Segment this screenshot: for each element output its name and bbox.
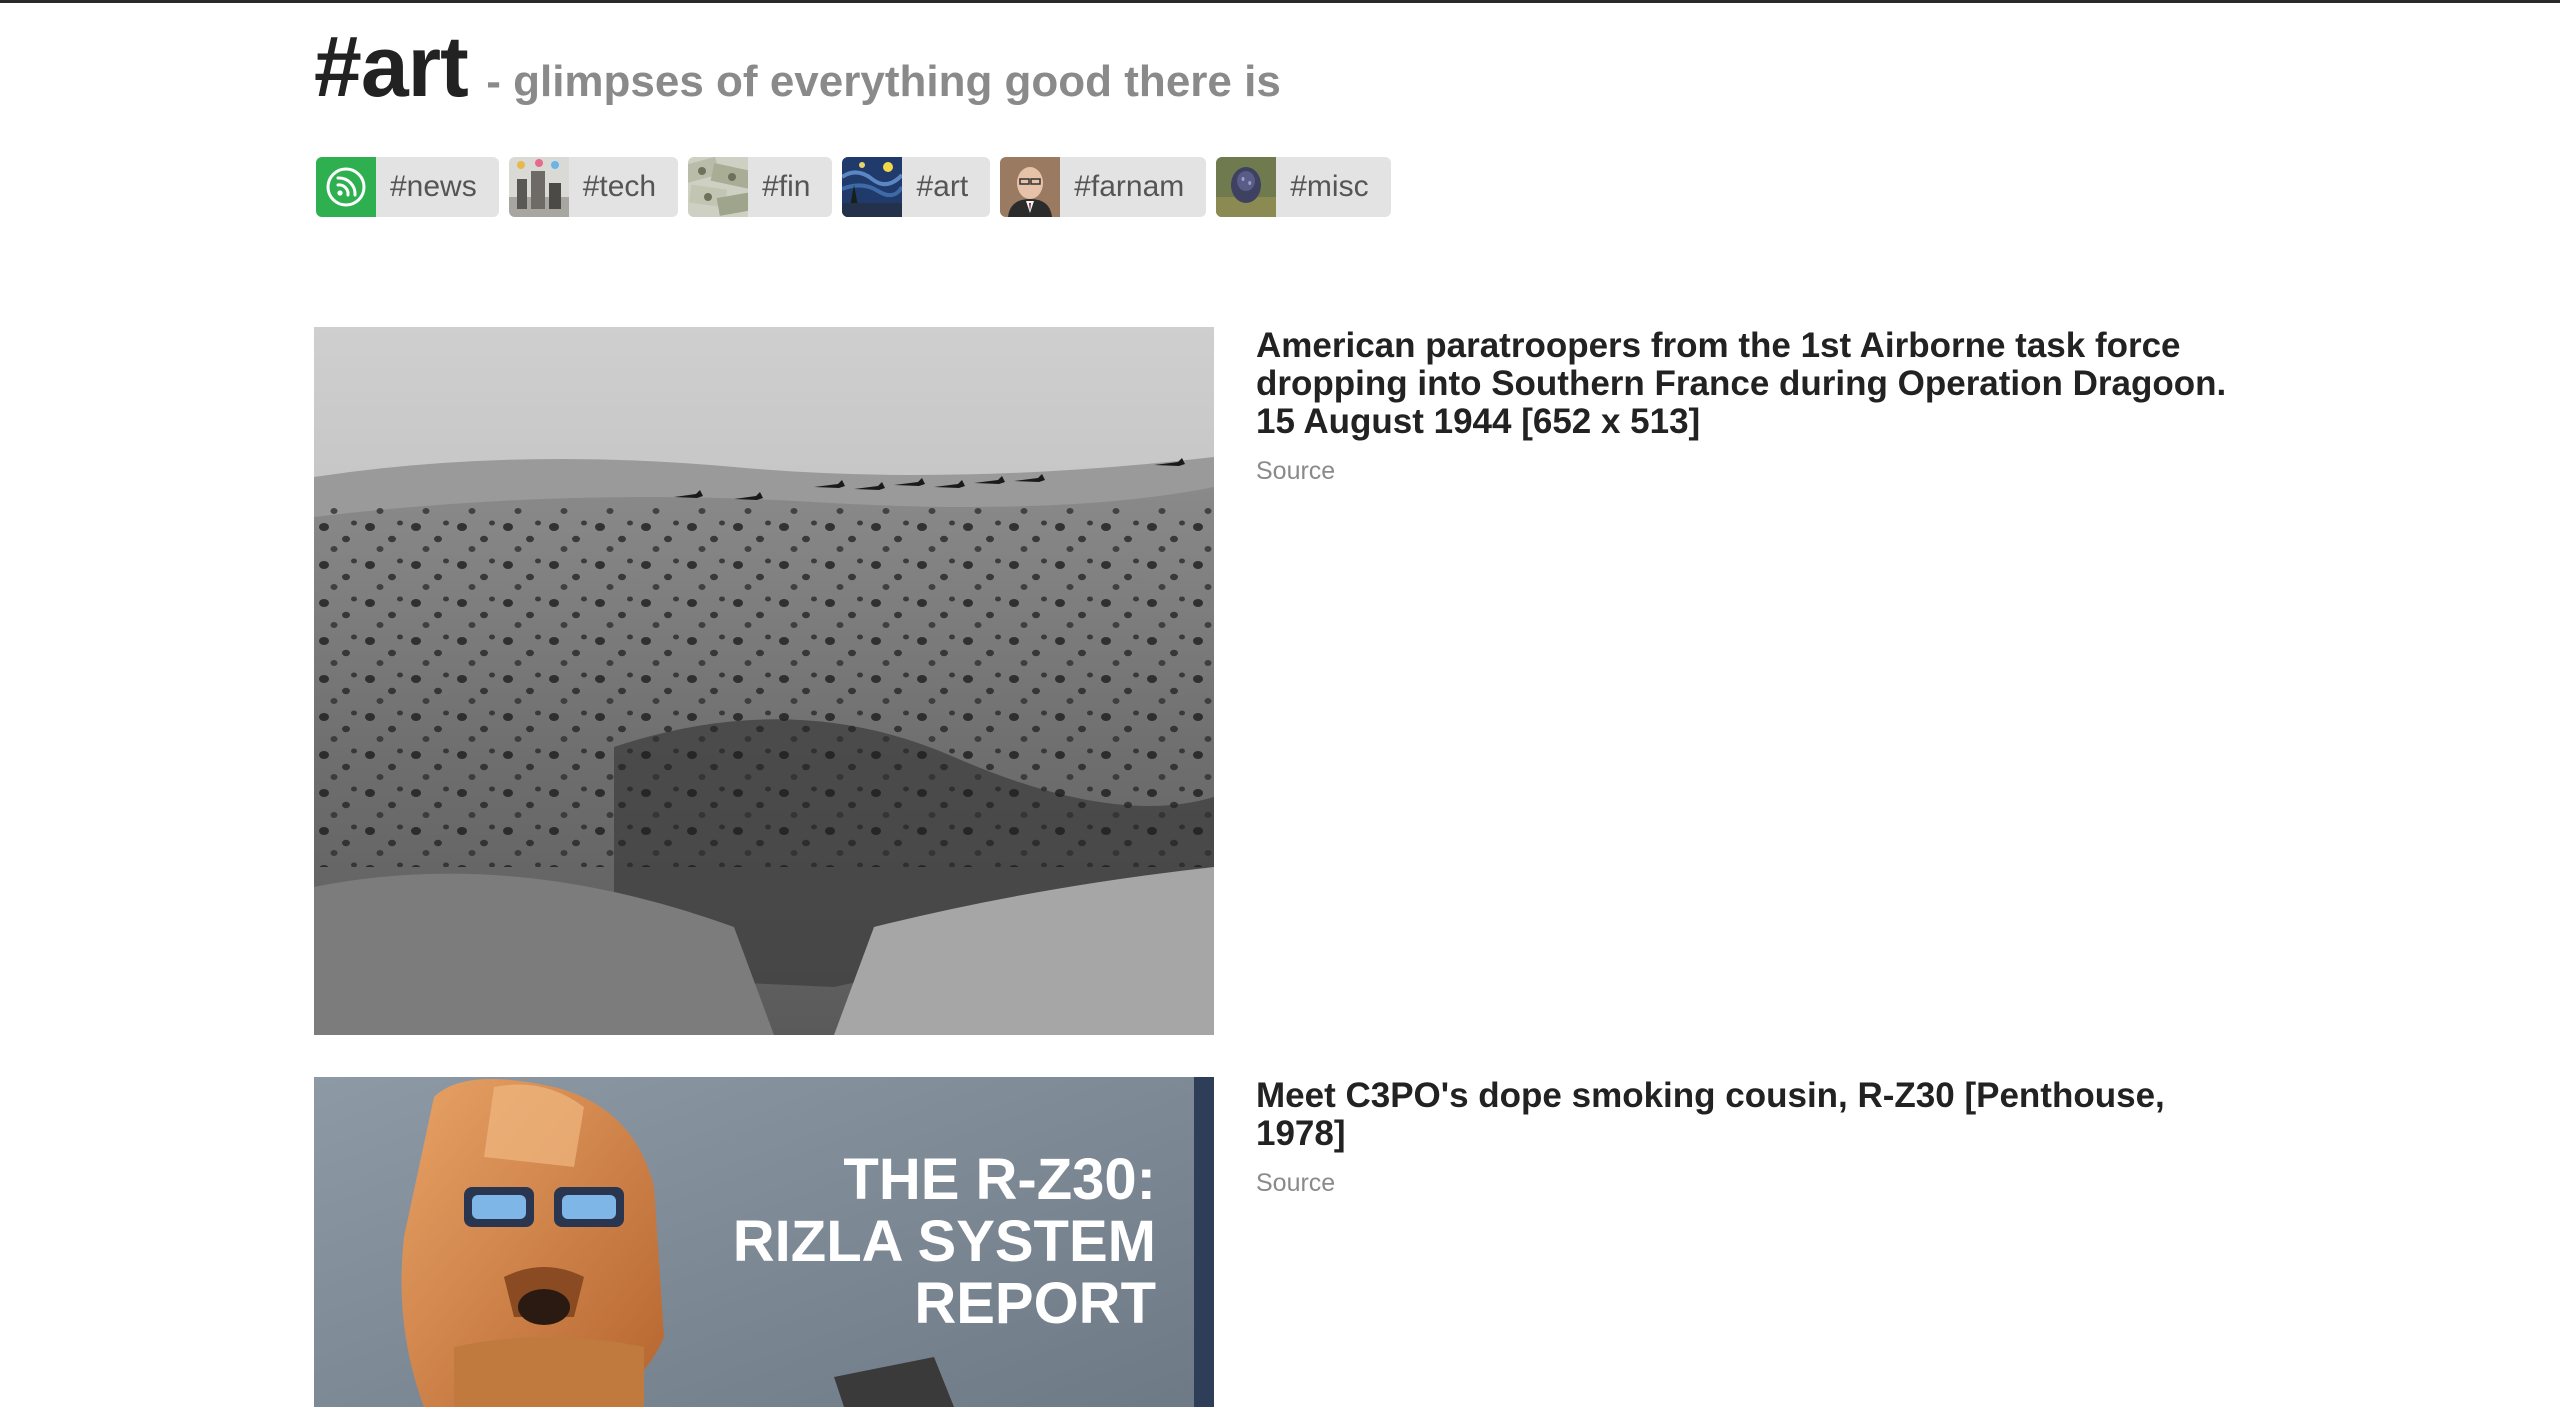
- post-title[interactable]: Meet C3PO's dope smoking cousin, R-Z30 […: [1256, 1077, 2256, 1153]
- image-text-line: THE R-Z30:: [843, 1147, 1156, 1212]
- image-text-line: RIZLA SYSTEM: [733, 1209, 1156, 1274]
- aerial-paratroopers-photo[interactable]: [314, 327, 1214, 1035]
- misc-thumbnail: [1216, 157, 1277, 217]
- nav-item-farnam[interactable]: #farnam: [1000, 157, 1207, 217]
- page-tagline: - glimpses of everything good there is: [486, 57, 1281, 106]
- nav-item-news[interactable]: #news: [316, 157, 499, 217]
- nav-item-label: #farnam: [1074, 170, 1185, 203]
- nav-item-art[interactable]: #art: [842, 157, 991, 217]
- post-title[interactable]: American paratroopers from the 1st Airbo…: [1256, 327, 2256, 441]
- nav-item-label: #misc: [1290, 170, 1369, 203]
- starry-night-thumbnail: [842, 157, 903, 217]
- page-title[interactable]: #art: [314, 19, 469, 115]
- nav-item-label: #tech: [582, 170, 657, 203]
- nav-item-tech[interactable]: #tech: [508, 157, 679, 217]
- image-text-line: REPORT: [914, 1271, 1156, 1336]
- post-text: Meet C3PO's dope smoking cousin, R-Z30 […: [1256, 1077, 2256, 1198]
- nav-item-label: #art: [916, 170, 969, 203]
- page-header: #art - glimpses of everything good there…: [314, 18, 1281, 117]
- nav-item-fin[interactable]: #fin: [688, 157, 833, 217]
- portrait-thumbnail: [1000, 157, 1061, 217]
- source-link[interactable]: Source: [1256, 1169, 1335, 1198]
- rz30-robot-magazine-page[interactable]: THE R-Z30: RIZLA SYSTEM REPORT: [314, 1077, 1214, 1407]
- nav-item-misc[interactable]: #misc: [1216, 157, 1391, 217]
- rss-icon: [316, 157, 376, 217]
- post-text: American paratroopers from the 1st Airbo…: [1256, 327, 2256, 486]
- source-link[interactable]: Source: [1256, 457, 1335, 486]
- nav-item-label: #news: [390, 170, 477, 203]
- top-border: [0, 0, 2560, 3]
- category-nav: #news #tech #fin #art #farnam #misc: [316, 157, 1391, 217]
- money-thumbnail: [688, 157, 749, 217]
- nav-item-label: #fin: [762, 170, 811, 203]
- tech-thumbnail: [508, 157, 569, 217]
